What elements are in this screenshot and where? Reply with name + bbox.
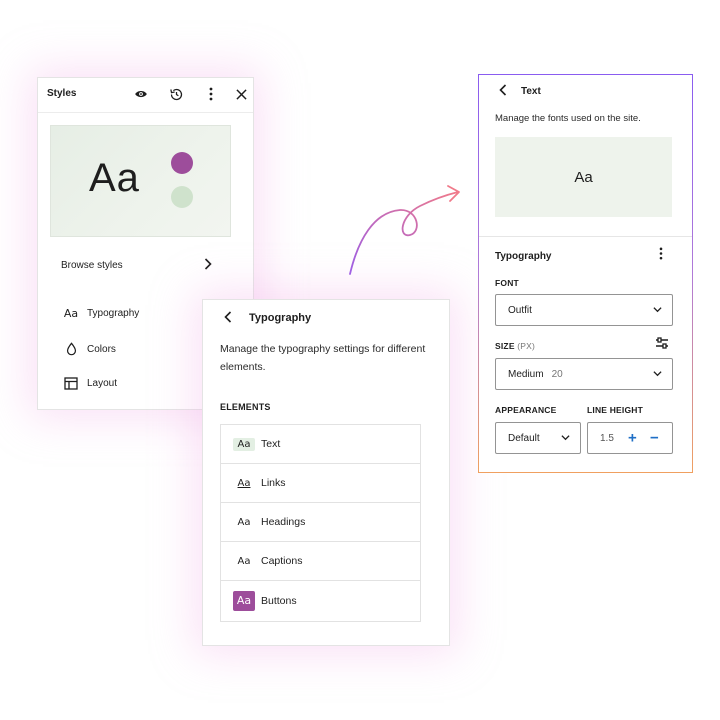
appearance-select[interactable]: Default <box>495 422 581 454</box>
elements-list: Aa Text Aa Links Aa Headings Aa Captions… <box>220 424 421 622</box>
nav-item-label: Typography <box>87 308 140 319</box>
typography-icon: Aa <box>63 307 79 320</box>
preview-accent-dot <box>171 152 193 174</box>
element-item-headings[interactable]: Aa Headings <box>221 503 420 542</box>
size-label: SIZE (PX) <box>495 341 535 351</box>
chevron-down-icon <box>653 369 662 380</box>
typography-section-title: Typography <box>495 251 552 262</box>
nav-item-typography[interactable]: Aa Typography <box>62 307 139 320</box>
size-number: 20 <box>551 368 563 380</box>
styles-title: Styles <box>47 88 77 99</box>
more-vertical-icon[interactable] <box>203 86 219 102</box>
text-panel-description: Manage the fonts used on the site. <box>495 113 641 124</box>
size-label-text: SIZE <box>495 341 515 351</box>
drop-icon <box>62 342 80 356</box>
line-height-label: LINE HEIGHT <box>587 405 644 415</box>
preview-secondary-dot <box>171 186 193 208</box>
font-label: FONT <box>495 278 519 288</box>
back-chevron-icon[interactable] <box>224 310 232 326</box>
back-chevron-icon[interactable] <box>499 84 507 99</box>
element-label: Buttons <box>261 595 297 607</box>
typography-panel: Typography Manage the typography setting… <box>202 299 450 646</box>
history-icon[interactable] <box>168 86 184 102</box>
line-height-value[interactable]: 1.5 <box>600 433 614 444</box>
captions-element-icon: Aa <box>237 555 251 567</box>
text-element-icon: Aa <box>233 437 255 451</box>
element-item-buttons[interactable]: Aa Buttons <box>221 581 420 621</box>
nav-item-colors[interactable]: Colors <box>62 342 116 356</box>
line-height-control[interactable]: 1.5 + − <box>587 422 673 454</box>
text-panel: Text Manage the fonts used on the site. … <box>478 74 693 473</box>
divider <box>479 236 692 237</box>
chevron-right-icon <box>204 258 212 273</box>
style-preview[interactable]: Aa <box>50 125 231 237</box>
text-panel-title: Text <box>521 86 541 97</box>
font-select[interactable]: Outfit <box>495 294 673 326</box>
nav-item-label: Layout <box>87 378 118 389</box>
element-item-links[interactable]: Aa Links <box>221 464 420 503</box>
links-element-icon: Aa <box>237 477 251 489</box>
font-select-value: Outfit <box>508 304 532 316</box>
appearance-select-value: Default <box>508 432 540 444</box>
minus-icon[interactable]: − <box>650 430 659 447</box>
element-label: Headings <box>261 516 306 528</box>
element-label: Captions <box>261 555 303 567</box>
appearance-label: APPEARANCE <box>495 405 557 415</box>
preview-sample-text: Aa <box>89 156 140 200</box>
plus-icon[interactable]: + <box>628 430 637 447</box>
styles-header: Styles <box>38 78 253 113</box>
typography-description: Manage the typography settings for diffe… <box>220 343 426 373</box>
chevron-down-icon <box>561 433 570 444</box>
chevron-down-icon <box>653 305 662 316</box>
element-item-captions[interactable]: Aa Captions <box>221 542 420 581</box>
element-item-text[interactable]: Aa Text <box>221 425 420 464</box>
font-preview: Aa <box>495 137 672 217</box>
browse-styles-button[interactable]: Browse styles <box>61 260 123 271</box>
size-select-value: Medium <box>508 368 544 380</box>
typography-title: Typography <box>249 312 312 324</box>
element-label: Text <box>261 438 281 450</box>
headings-element-icon: Aa <box>237 516 251 528</box>
layout-icon <box>62 377 80 390</box>
nav-item-layout[interactable]: Layout <box>62 377 117 390</box>
eye-icon[interactable] <box>133 86 149 102</box>
more-vertical-icon[interactable] <box>659 247 663 263</box>
size-select[interactable]: Medium 20 <box>495 358 673 390</box>
close-icon[interactable] <box>233 86 249 102</box>
buttons-element-icon: Aa <box>233 591 255 611</box>
elements-heading: ELEMENTS <box>220 402 271 412</box>
custom-size-settings-icon[interactable] <box>655 336 669 355</box>
nav-item-label: Colors <box>87 343 116 355</box>
size-unit: (PX) <box>517 341 536 351</box>
element-label: Links <box>261 477 286 489</box>
curly-arrow-decoration <box>349 185 460 275</box>
